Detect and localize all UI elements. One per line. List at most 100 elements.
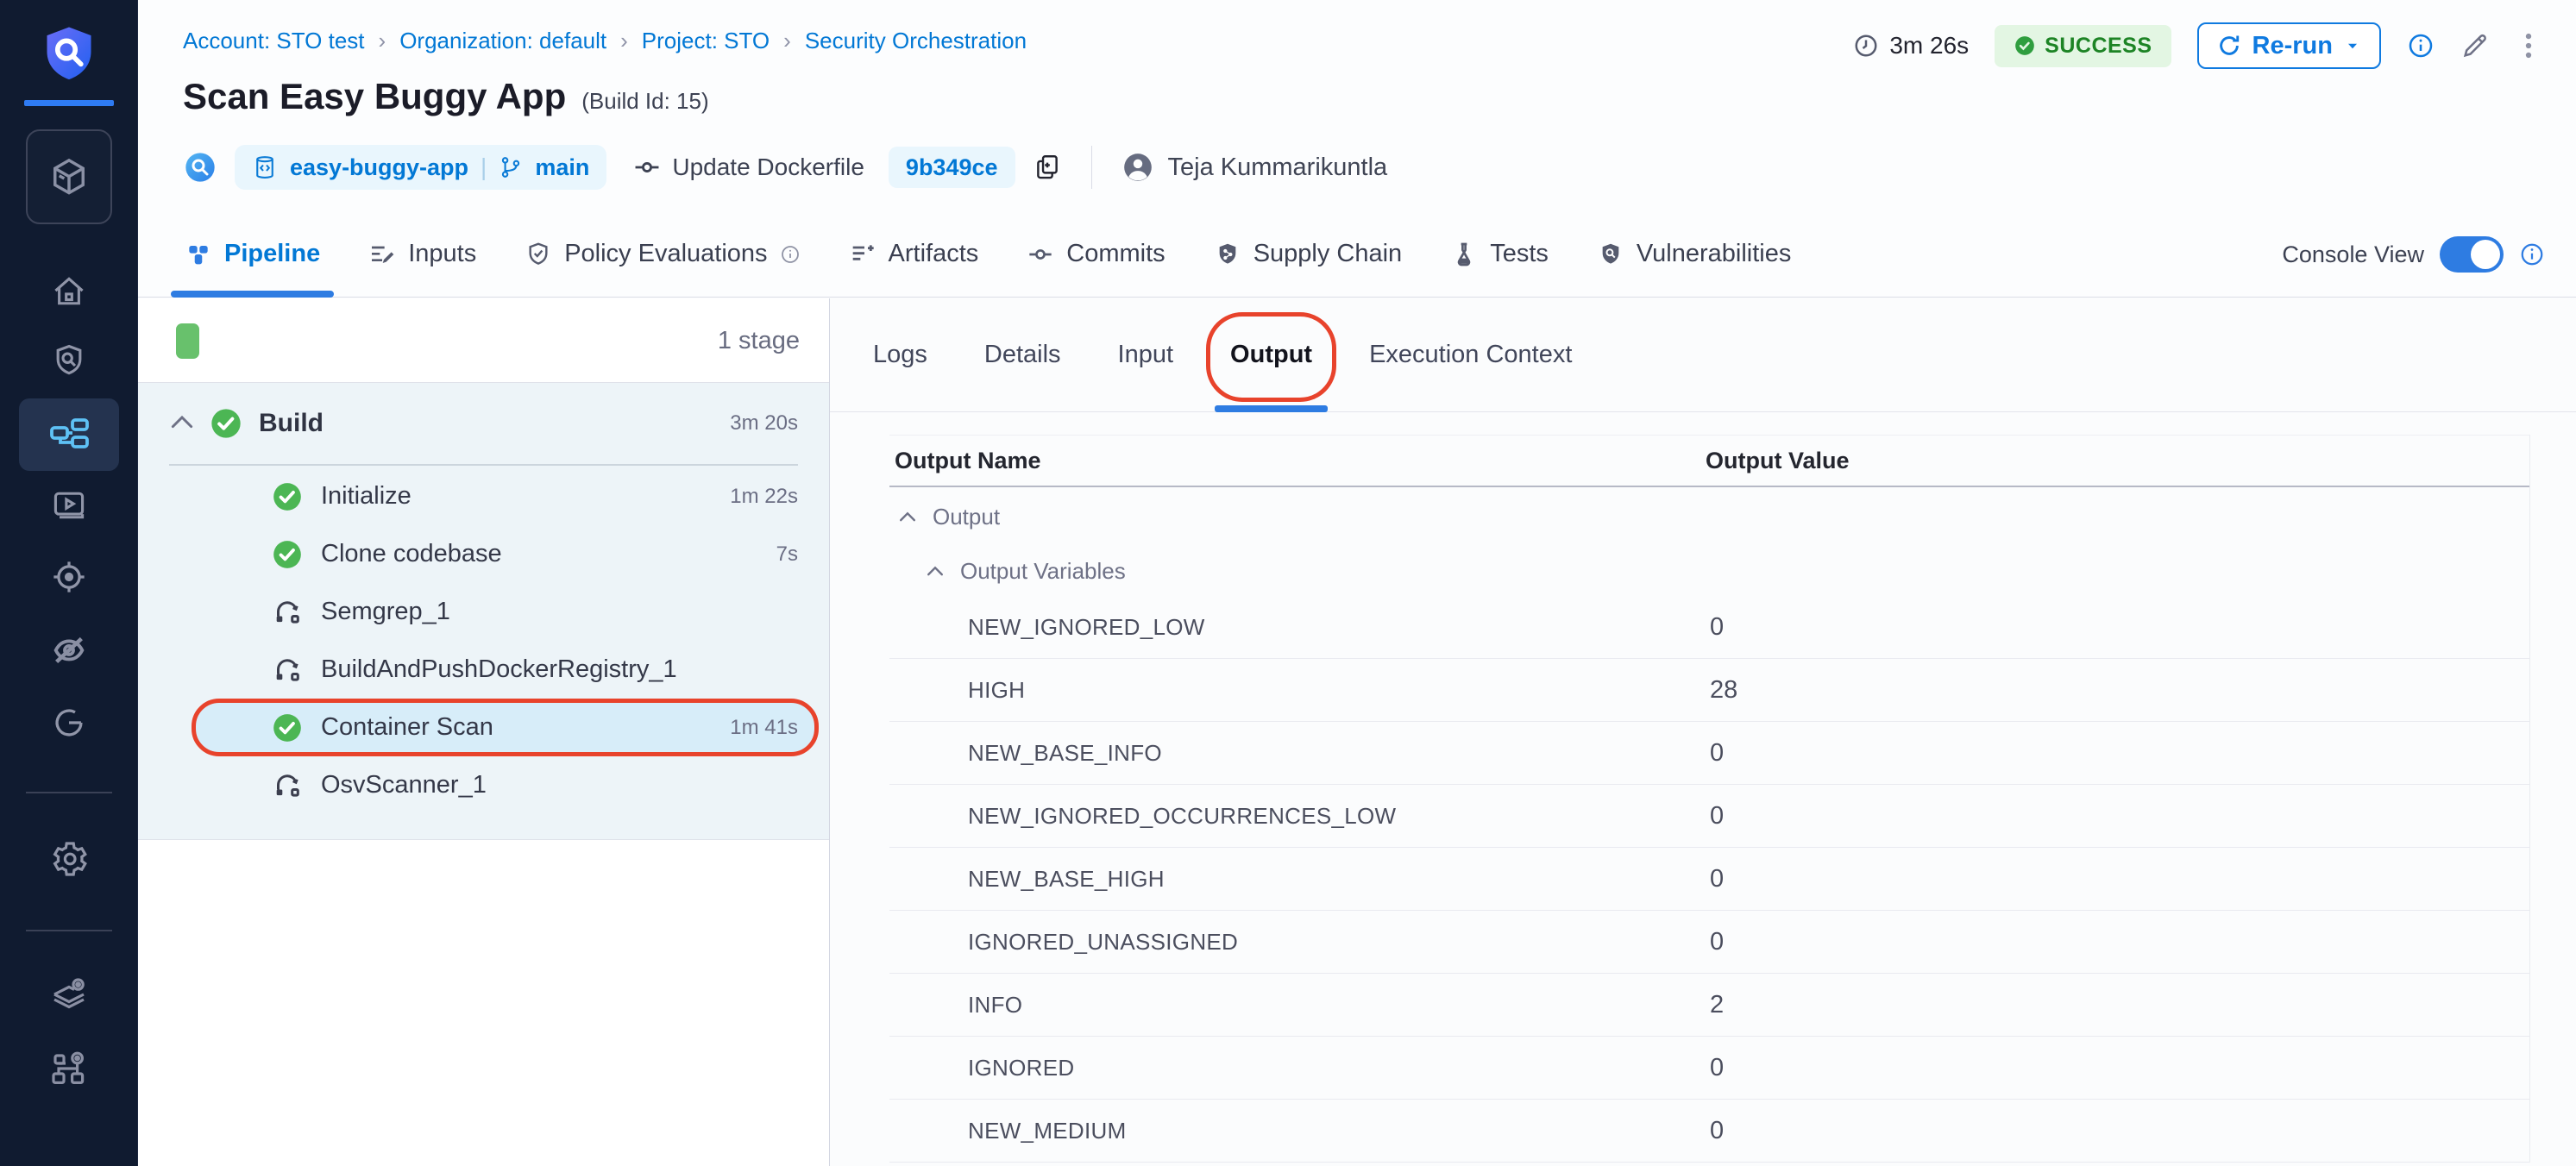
home-icon[interactable]	[0, 273, 138, 310]
toggle-knob	[2471, 240, 2500, 269]
stage-summary-row: 1 stage	[138, 298, 829, 383]
repo-branch-pill[interactable]: easy-buggy-app | main	[235, 145, 606, 190]
default-settings-icon[interactable]	[0, 973, 138, 1014]
sidebar-item-pipelines[interactable]	[19, 398, 119, 471]
output-name: NEW_BASE_HIGH	[968, 866, 1710, 893]
tab-policy-evaluations[interactable]: Policy Evaluations	[525, 211, 800, 298]
nav-divider	[26, 930, 112, 931]
step-container-scan-selected[interactable]: Container Scan 1m 41s	[138, 699, 829, 756]
more-options-kebab-icon[interactable]	[2516, 31, 2541, 60]
copy-sha-icon[interactable]	[1033, 153, 1062, 182]
stage-status-square[interactable]	[176, 323, 199, 359]
step-detail-pane: Logs Details Input Output Execution Cont…	[830, 298, 2576, 1166]
check-circle-icon	[2014, 34, 2036, 57]
tab-execution-context[interactable]: Execution Context	[1369, 298, 1572, 412]
output-value: 0	[1710, 613, 1724, 642]
sto-logo-icon[interactable]	[0, 21, 138, 88]
scan-shield-icon[interactable]	[0, 342, 138, 379]
step-semgrep[interactable]: Semgrep_1	[138, 583, 829, 641]
build-stage-group: Build 3m 20s Initialize 1m 22s	[138, 383, 829, 840]
stage-duration: 3m 20s	[730, 411, 798, 436]
console-view-cluster: Console View	[2282, 211, 2545, 298]
repository-icon	[252, 154, 278, 180]
execution-tabbar: Pipeline Inputs Policy E	[138, 211, 2576, 298]
output-name: INFO	[968, 992, 1710, 1019]
org-structure-icon[interactable]	[0, 1047, 138, 1088]
execution-info-icon[interactable]	[2407, 32, 2435, 60]
breadcrumb-organization[interactable]: Organization: default	[399, 28, 606, 54]
tab-details[interactable]: Details	[984, 298, 1061, 412]
tab-input[interactable]: Input	[1118, 298, 1174, 412]
refresh-icon	[2216, 33, 2242, 59]
console-view-info-icon[interactable]	[2519, 241, 2545, 267]
commit-message-text: Update Dockerfile	[672, 154, 864, 181]
execution-duration: 3m 26s	[1853, 32, 1969, 60]
success-check-icon	[271, 712, 304, 744]
targets-icon[interactable]	[0, 557, 138, 597]
edit-pipeline-icon[interactable]	[2460, 31, 2490, 60]
rerun-button[interactable]: Re-run	[2197, 22, 2381, 69]
triggered-by: Teja Kummarikuntla	[1122, 151, 1388, 184]
nav-accent-bar	[24, 100, 114, 106]
module-selector-button[interactable]	[26, 129, 112, 224]
stage-count: 1 stage	[718, 298, 800, 383]
build-stage-row[interactable]: Build 3m 20s	[138, 383, 829, 464]
output-name: NEW_IGNORED_OCCURRENCES_LOW	[968, 803, 1710, 830]
tab-commits[interactable]: Commits	[1027, 211, 1165, 298]
tab-inputs[interactable]: Inputs	[368, 211, 476, 298]
table-row: HIGH 28	[889, 659, 2529, 722]
step-osv-scanner[interactable]: OsvScanner_1	[138, 756, 829, 814]
tab-logs[interactable]: Logs	[873, 298, 927, 412]
group-label: Output Variables	[960, 558, 1126, 585]
breadcrumb-project[interactable]: Project: STO	[642, 28, 770, 54]
tab-label: Details	[984, 341, 1061, 369]
commit-sha-pill[interactable]: 9b349ce	[889, 147, 1015, 188]
execution-content: 1 stage Build 3m 20s	[138, 298, 2576, 1166]
triggered-by-name: Teja Kummarikuntla	[1168, 154, 1388, 182]
output-value: 0	[1710, 739, 1724, 768]
tab-pipeline[interactable]: Pipeline	[185, 211, 320, 298]
vulnerabilities-shield-icon	[1597, 241, 1624, 268]
chevron-up-icon[interactable]	[169, 412, 195, 436]
inputs-tab-icon	[368, 241, 396, 268]
tab-supply-chain[interactable]: Supply Chain	[1214, 211, 1403, 298]
output-value: 0	[1710, 1054, 1724, 1082]
duration-text: 3m 26s	[1889, 32, 1969, 60]
step-list: Initialize 1m 22s Clone codebase 7s	[138, 466, 829, 814]
tab-label: Policy Evaluations	[564, 240, 767, 268]
console-view-toggle[interactable]	[2440, 236, 2504, 273]
output-value: 0	[1710, 802, 1724, 831]
tab-label: Artifacts	[889, 240, 979, 268]
status-badge: SUCCESS	[1995, 25, 2171, 67]
settings-icon[interactable]	[0, 838, 138, 880]
output-name: NEW_MEDIUM	[968, 1118, 1710, 1144]
group-row-output[interactable]: Output	[889, 487, 2529, 546]
supply-chain-shield-icon	[1214, 241, 1241, 268]
left-nav-rail	[0, 0, 138, 1166]
output-name: NEW_IGNORED_LOW	[968, 614, 1710, 641]
meta-divider	[1091, 146, 1092, 189]
page-header: Account: STO test › Organization: defaul…	[138, 0, 2576, 298]
active-tab-underline	[1215, 405, 1328, 412]
group-label: Output	[933, 504, 1000, 530]
tab-tests[interactable]: Tests	[1450, 211, 1549, 298]
tab-artifacts[interactable]: Artifacts	[849, 211, 979, 298]
step-build-and-push-docker-registry[interactable]: BuildAndPushDockerRegistry_1	[138, 641, 829, 699]
breadcrumb-account[interactable]: Account: STO test	[183, 28, 365, 54]
tab-output[interactable]: Output	[1230, 298, 1312, 412]
step-initialize[interactable]: Initialize 1m 22s	[138, 467, 829, 525]
hidden-items-icon[interactable]	[0, 630, 138, 669]
stage-name: Build	[259, 409, 324, 438]
tab-vulnerabilities[interactable]: Vulnerabilities	[1597, 211, 1791, 298]
step-detail-tabbar: Logs Details Input Output Execution Cont…	[830, 298, 2576, 412]
output-value: 0	[1710, 1117, 1724, 1145]
tab-label: Pipeline	[224, 240, 320, 268]
getting-started-icon[interactable]	[0, 704, 138, 742]
table-row: NEW_BASE_HIGH 0	[889, 848, 2529, 911]
breadcrumb-module[interactable]: Security Orchestration	[805, 28, 1027, 54]
executions-icon[interactable]	[0, 486, 138, 524]
pipelines-icon	[48, 414, 90, 455]
group-row-output-variables[interactable]: Output Variables	[889, 546, 2529, 596]
step-clone-codebase[interactable]: Clone codebase 7s	[138, 525, 829, 583]
tab-label: Input	[1118, 341, 1174, 369]
